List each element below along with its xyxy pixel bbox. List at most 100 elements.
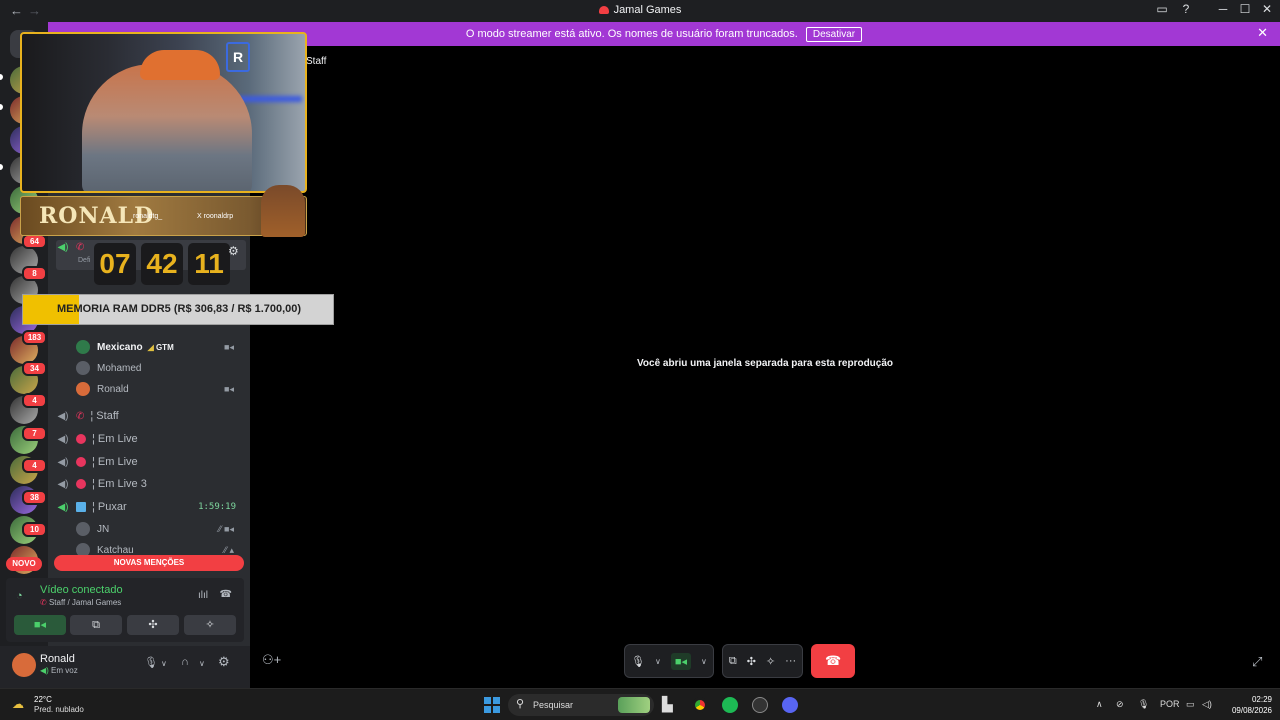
chrome-icon[interactable] bbox=[692, 697, 708, 713]
invite-user-icon[interactable]: ⚇+ bbox=[262, 652, 281, 668]
microphone-icon[interactable]: 🎙 bbox=[1138, 699, 1149, 710]
voice-channel-staff[interactable]: ◀) ✆ ¦ Staff bbox=[56, 406, 246, 426]
microphone-icon[interactable]: 🎙 bbox=[631, 655, 645, 668]
unread-badge: 4 bbox=[22, 458, 47, 473]
system-clock[interactable]: 02:29 09/08/2026 bbox=[1224, 695, 1272, 715]
social-handle: ronaldtg_ bbox=[133, 213, 163, 220]
phone-icon: ✆ bbox=[40, 598, 49, 607]
network-off-icon[interactable]: ⊘ bbox=[1116, 699, 1124, 710]
user-avatar[interactable] bbox=[12, 653, 36, 677]
live-dot-icon bbox=[76, 434, 86, 444]
connection-location-text: Staff / Jamal Games bbox=[48, 598, 122, 607]
fullscreen-icon[interactable]: ⤢ bbox=[1252, 654, 1262, 670]
user-name[interactable]: Ronald bbox=[40, 653, 75, 665]
close-button[interactable]: ✕ bbox=[1258, 2, 1276, 16]
settings-gear-icon[interactable]: ⚙ bbox=[218, 654, 230, 670]
timer-hours: 07 bbox=[94, 243, 136, 285]
camera-icon: ■◂ bbox=[224, 341, 234, 352]
screen: ← → Jamal Games ▭ ? ─ ☐ ✕ O modo streame… bbox=[0, 0, 1280, 720]
webcam-overlay: R bbox=[20, 32, 307, 193]
user-status: ◀) Em voz bbox=[40, 666, 78, 675]
clock-date: 09/08/2026 bbox=[1231, 706, 1272, 715]
camera-toggle-button[interactable]: ■◂ bbox=[14, 615, 66, 635]
avatar bbox=[76, 361, 90, 375]
server-logo-icon bbox=[598, 6, 609, 14]
voice-channel-puxar[interactable]: ◀) ¦ Puxar 1:59:19 bbox=[56, 497, 246, 517]
timer-seconds: 11 bbox=[188, 243, 230, 285]
new-unread-pill[interactable]: NOVO bbox=[6, 557, 42, 571]
soundboard-button[interactable]: ✧ bbox=[184, 615, 236, 635]
in-voice-icon: ◀) bbox=[40, 666, 52, 675]
screen-share-button[interactable]: ⧉ bbox=[70, 615, 122, 635]
screen-share-icon[interactable]: ⧉ bbox=[729, 655, 737, 668]
voice-user[interactable]: Ronald ■◂ bbox=[76, 380, 246, 398]
more-options-icon[interactable]: ··· bbox=[785, 655, 796, 667]
connection-status[interactable]: Vídeo conectado bbox=[40, 584, 123, 596]
monitor-icon[interactable]: ▭ bbox=[1186, 699, 1195, 710]
spotify-icon[interactable] bbox=[722, 697, 738, 713]
activities-icon[interactable]: ✣ bbox=[747, 655, 756, 668]
maximize-button[interactable]: ☐ bbox=[1236, 2, 1254, 16]
unread-pip bbox=[0, 74, 3, 80]
chevron-down-icon[interactable]: ∨ bbox=[655, 657, 661, 666]
voice-user[interactable]: JN ⁄⁄ ■◂ bbox=[76, 520, 246, 538]
task-view-icon[interactable]: ▙ bbox=[662, 696, 673, 713]
voice-channel-em-live[interactable]: ◀) ¦ Em Live bbox=[56, 429, 246, 449]
close-banner-icon[interactable]: ✕ bbox=[1257, 25, 1268, 41]
inbox-icon[interactable]: ▭ bbox=[1153, 2, 1171, 16]
show-hidden-icons-icon[interactable]: ∧ bbox=[1096, 699, 1103, 710]
voice-user[interactable]: Mexicano ◢ GTM ■◂ bbox=[76, 338, 246, 356]
discord-icon[interactable] bbox=[782, 697, 798, 713]
search-box[interactable]: ⚲ Pesquisar bbox=[508, 694, 654, 716]
speaker-icon: ◀) bbox=[57, 410, 69, 422]
channel-name: ¦ Puxar bbox=[92, 501, 127, 513]
voice-channel-em-live[interactable]: ◀) ¦ Em Live bbox=[56, 452, 246, 472]
help-icon[interactable]: ? bbox=[1177, 2, 1195, 16]
brand-logo: R bbox=[226, 42, 250, 72]
window-title: Jamal Games bbox=[0, 4, 1280, 16]
new-mentions-pill[interactable]: NOVAS MENÇÕES bbox=[54, 555, 244, 571]
voice-user[interactable]: Mohamed bbox=[76, 359, 246, 377]
disconnect-icon[interactable]: ☎ bbox=[220, 589, 232, 600]
weather-condition: Pred. nublado bbox=[34, 705, 84, 714]
banner-text: O modo streamer está ativo. Os nomes de … bbox=[465, 28, 798, 40]
unread-badge: 64 bbox=[22, 234, 47, 249]
live-dot-icon bbox=[76, 479, 86, 489]
activities-button[interactable]: ✣ bbox=[127, 615, 179, 635]
chevron-down-icon[interactable]: ∨ bbox=[701, 657, 707, 666]
call-controls: 🎙 ∨ ■◂ ∨ ⧉ ✣ ✧ ··· ☎ bbox=[624, 644, 856, 678]
unread-badge: 8 bbox=[22, 266, 47, 281]
end-call-button[interactable]: ☎ bbox=[811, 644, 856, 678]
speaker-icon: ◀) bbox=[57, 242, 69, 253]
avatar bbox=[76, 340, 90, 354]
chevron-down-icon[interactable]: ∨ bbox=[161, 659, 167, 668]
headphones-icon[interactable]: ∩ bbox=[181, 656, 189, 668]
disable-streamer-button[interactable]: Desativar bbox=[805, 26, 863, 42]
channel-subtext: Defi bbox=[78, 257, 91, 264]
camera-on-icon[interactable]: ■◂ bbox=[670, 652, 691, 670]
donation-goal-bar: MEMORIA RAM DDR5 (R$ 306,83 / R$ 1.700,0… bbox=[22, 294, 334, 325]
microphone-icon[interactable]: 🎙 bbox=[144, 656, 158, 669]
channel-name: ¦ Em Live bbox=[92, 433, 138, 445]
voice-channel-em-live-3[interactable]: ◀) ¦ Em Live 3 bbox=[56, 474, 246, 494]
input-language[interactable]: POR bbox=[1160, 699, 1180, 709]
window-title-text: Jamal Games bbox=[613, 4, 682, 16]
user-panel: Ronald ◀) Em voz 🎙 ∨ ∩ ∨ ⚙ bbox=[0, 646, 250, 688]
minimize-button[interactable]: ─ bbox=[1214, 2, 1232, 16]
noise-suppression-icon[interactable]: ılıl bbox=[198, 590, 208, 601]
streamer-hair bbox=[140, 50, 220, 80]
channel-emoji-icon bbox=[76, 502, 86, 512]
soundboard-icon[interactable]: ✧ bbox=[766, 655, 775, 668]
signal-icon[interactable]: ◔ bbox=[16, 590, 23, 602]
obs-icon[interactable] bbox=[752, 697, 768, 713]
channel-name: ¦ Em Live 3 bbox=[92, 478, 147, 490]
volume-icon[interactable]: ◁) bbox=[1202, 699, 1212, 710]
live-dot-icon bbox=[76, 457, 86, 467]
start-button[interactable] bbox=[484, 697, 500, 713]
speaker-icon: ◀) bbox=[57, 433, 69, 445]
camera-icon: ■◂ bbox=[224, 383, 234, 394]
unread-pip bbox=[0, 104, 3, 110]
tag-icon: ◢ bbox=[147, 342, 156, 352]
speaker-icon: ◀) bbox=[57, 456, 69, 468]
chevron-down-icon[interactable]: ∨ bbox=[199, 659, 205, 668]
